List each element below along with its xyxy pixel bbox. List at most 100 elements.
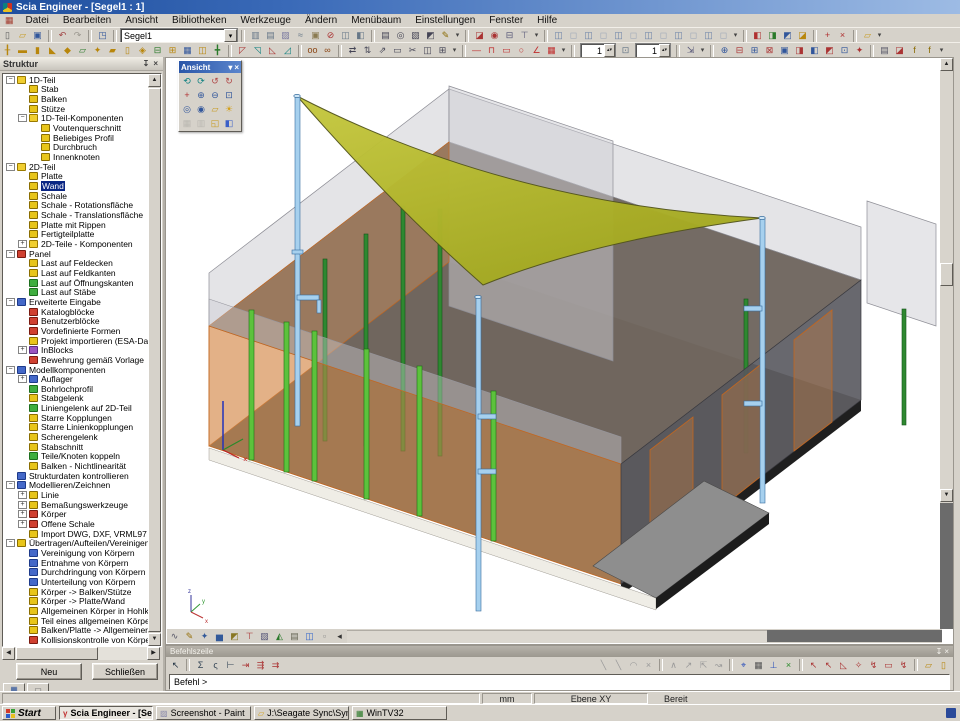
view-flag-12[interactable]: ◻ bbox=[716, 29, 731, 43]
mdi-document-icon[interactable]: ▦ bbox=[0, 15, 19, 26]
line-draw-tool[interactable]: — bbox=[469, 44, 484, 58]
multiplier-spinner-1[interactable]: 1 ▴▾ bbox=[580, 43, 616, 58]
tree-item-stab[interactable]: Stab bbox=[3, 85, 148, 95]
ruler-button[interactable]: ⊟ bbox=[502, 29, 517, 43]
tree-item-stabschnitt[interactable]: Stabschnitt bbox=[3, 442, 148, 452]
zoom-selection-button[interactable]: ◉ bbox=[194, 102, 208, 116]
stretch-tool[interactable]: ⇗ bbox=[375, 44, 390, 58]
profil-tool[interactable]: ◆ bbox=[60, 44, 75, 58]
project-item-combobox[interactable]: Segel1 ▾ bbox=[120, 28, 238, 43]
zoom-window-button[interactable]: ⊡ bbox=[222, 88, 236, 102]
window-3-button[interactable]: ◩ bbox=[780, 29, 795, 43]
menu-hilfe[interactable]: Hilfe bbox=[530, 14, 564, 27]
tree-item-stütze[interactable]: Stütze bbox=[3, 104, 148, 114]
more-button[interactable]: ▫ bbox=[317, 629, 332, 643]
light-button[interactable]: ☀ bbox=[222, 102, 236, 116]
tree-item-körper-platte-wand[interactable]: Körper -> Platte/Wand bbox=[3, 596, 148, 606]
tree-item-vordefinierte-formen[interactable]: Vordefinierte Formen bbox=[3, 326, 148, 336]
tree-item-balken-platte-allgemeiner-körper[interactable]: Balken/Platte -> Allgemeiner Körper bbox=[3, 625, 148, 635]
zoom-out-button[interactable]: ⊖ bbox=[208, 88, 222, 102]
pin-icon[interactable]: ↧ bbox=[141, 59, 152, 68]
pointer-button[interactable]: ↖ bbox=[168, 658, 183, 672]
label-display-button[interactable]: ◩ bbox=[227, 629, 242, 643]
delete-filter-button[interactable]: × bbox=[835, 29, 850, 43]
tree-expander-icon[interactable]: + bbox=[18, 510, 27, 518]
tree-item-modellkomponenten[interactable]: −Modellkomponenten bbox=[3, 365, 148, 375]
array-tool[interactable]: ⊞ bbox=[435, 44, 450, 58]
zoom-document-button[interactable]: ◉ bbox=[487, 29, 502, 43]
trim-tool[interactable]: ▭ bbox=[390, 44, 405, 58]
clipboard-button[interactable]: ▣ bbox=[308, 29, 323, 43]
tree-item-katalogblöcke[interactable]: Katalogblöcke bbox=[3, 307, 148, 317]
tree-item-auflager[interactable]: +Auflager bbox=[3, 374, 148, 384]
tree-item-panel[interactable]: −Panel bbox=[3, 249, 148, 259]
ansicht-toolbar[interactable]: Ansicht ▾ × ⟲⟳↺↻+⊕⊖⊡◎◉▱☀▦▥◱◧ bbox=[178, 60, 242, 132]
close-button[interactable]: Schließen bbox=[92, 663, 158, 680]
picture-gallery-button[interactable]: ▧ bbox=[408, 29, 423, 43]
snap-clear[interactable]: × bbox=[641, 658, 656, 672]
tray-icon[interactable] bbox=[946, 708, 956, 718]
grid-draw-tool[interactable]: ▦ bbox=[544, 44, 559, 58]
tree-expander-icon[interactable]: + bbox=[18, 520, 27, 528]
disable-button[interactable]: ⊘ bbox=[323, 29, 338, 43]
copy-tool[interactable]: ⇅ bbox=[360, 44, 375, 58]
select-remove-tool[interactable]: ◹ bbox=[250, 44, 265, 58]
snap-peak[interactable]: ∧ bbox=[666, 658, 681, 672]
tree-item-erweiterte-eingabe[interactable]: −Erweiterte Eingabe bbox=[3, 297, 148, 307]
tree-expander-icon[interactable]: − bbox=[6, 539, 15, 547]
mirror-tool[interactable]: ◫ bbox=[420, 44, 435, 58]
select-poly-tool[interactable]: ◺ bbox=[265, 44, 280, 58]
tree-item-strukturdaten-kontrollieren[interactable]: Strukturdaten kontrollieren bbox=[3, 471, 148, 481]
tree-scroll-right-icon[interactable]: ▶ bbox=[147, 647, 160, 660]
model-3d-scene[interactable]: ×zyx bbox=[167, 58, 942, 629]
snap-corner[interactable]: ⇱ bbox=[696, 658, 711, 672]
tree-scroll-left-icon[interactable]: ◀ bbox=[2, 647, 15, 660]
voute-tool[interactable]: ◣ bbox=[45, 44, 60, 58]
ansicht-close-icon[interactable]: × bbox=[234, 63, 239, 72]
dd-measure[interactable]: ▾ bbox=[532, 29, 541, 43]
tree-expander-icon[interactable]: + bbox=[18, 346, 27, 354]
ansicht-dropdown-icon[interactable]: ▾ bbox=[228, 63, 232, 72]
snap-mid-button[interactable]: ↖ bbox=[821, 658, 836, 672]
struktur-panel-titlebar[interactable]: Struktur ↧ × bbox=[0, 57, 163, 71]
select-all-tool[interactable]: ◿ bbox=[280, 44, 295, 58]
tree-item-last-auf-öffnungskanten[interactable]: Last auf Öffnungskanten bbox=[3, 278, 148, 288]
viewport-scroll-down-icon[interactable]: ▼ bbox=[940, 489, 953, 502]
tree-item-bemaßungswerkzeuge[interactable]: +Bemaßungswerkzeuge bbox=[3, 500, 148, 510]
tree-item-balken-nichtlinearität[interactable]: Balken - Nichtlinearität bbox=[3, 461, 148, 471]
rect-draw-tool[interactable]: ▭ bbox=[499, 44, 514, 58]
tree-item-stabgelenk[interactable]: Stabgelenk bbox=[3, 394, 148, 404]
previous-selection-button[interactable]: ⇥ bbox=[238, 658, 253, 672]
rippen-tool[interactable]: ⊟ bbox=[150, 44, 165, 58]
view-flag-3[interactable]: ◫ bbox=[581, 29, 596, 43]
tree-expander-icon[interactable]: − bbox=[6, 366, 15, 374]
snap-tangent-button[interactable]: ↯ bbox=[866, 658, 881, 672]
view-flag-5[interactable]: ◫ bbox=[611, 29, 626, 43]
stuetze-tool[interactable]: ▮ bbox=[30, 44, 45, 58]
activity-7[interactable]: ◧ bbox=[807, 44, 822, 58]
select-add-tool[interactable]: ◸ bbox=[235, 44, 250, 58]
tree-item-balken[interactable]: Balken bbox=[3, 94, 148, 104]
rotate-free-button[interactable]: ↻ bbox=[222, 74, 236, 88]
pipe-forward-button[interactable]: ⇶ bbox=[253, 658, 268, 672]
activity-2[interactable]: ⊟ bbox=[732, 44, 747, 58]
tree-item-wand[interactable]: Wand bbox=[3, 181, 148, 191]
snap-grid-button[interactable]: ▦ bbox=[751, 658, 766, 672]
stab-tool[interactable]: ╂ bbox=[0, 44, 15, 58]
tree-expander-icon[interactable]: − bbox=[6, 76, 15, 84]
tree-expander-icon[interactable]: + bbox=[18, 375, 27, 383]
tree-item-benutzerblöcke[interactable]: Benutzerblöcke bbox=[3, 316, 148, 326]
linked-selection-button[interactable]: ∿ bbox=[167, 629, 182, 643]
activity-6[interactable]: ◨ bbox=[792, 44, 807, 58]
view-flag-10[interactable]: ◻ bbox=[686, 29, 701, 43]
tree-expander-icon[interactable]: − bbox=[6, 298, 15, 306]
open-folder-button[interactable]: ▱ bbox=[860, 29, 875, 43]
window-1-button[interactable]: ◧ bbox=[750, 29, 765, 43]
snap-curve[interactable]: ↝ bbox=[711, 658, 726, 672]
komponenten-tool[interactable]: ◫ bbox=[195, 44, 210, 58]
tree-item-teile-knoten-koppeln[interactable]: Teile/Knoten koppeln bbox=[3, 452, 148, 462]
command-input[interactable]: Befehl > bbox=[169, 674, 950, 690]
wireframe-button[interactable]: ◱ bbox=[208, 116, 222, 130]
status-plane-cell[interactable]: Ebene XY bbox=[534, 693, 648, 704]
print-preview-button[interactable]: ◎ bbox=[393, 29, 408, 43]
